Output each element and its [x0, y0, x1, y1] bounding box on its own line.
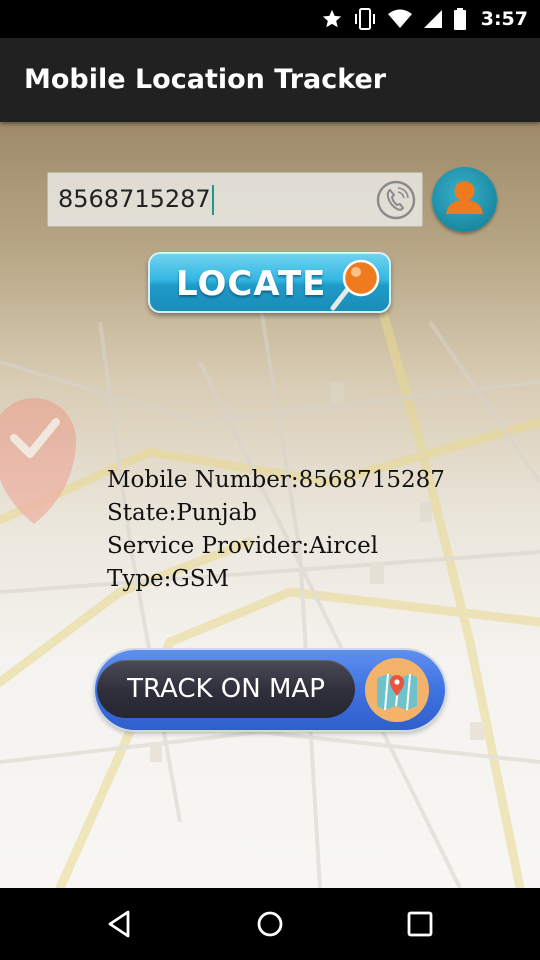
toolbar-title: Mobile Location Tracker	[24, 64, 387, 95]
text-caret	[211, 185, 214, 215]
type-line: Type:GSM	[107, 566, 230, 592]
navigation-bar	[0, 888, 540, 960]
contact-picker-button[interactable]	[432, 167, 497, 232]
main-content: 8568715287 LOCATE Mobile Number:85687152…	[0, 122, 540, 888]
recents-icon[interactable]	[402, 906, 438, 942]
phone-number-input[interactable]: 8568715287	[47, 172, 423, 227]
result-details: Mobile Number:8568715287 State:Punjab Se…	[107, 464, 445, 596]
service-provider-line: Service Provider:Aircel	[107, 533, 379, 559]
decorative-location-marker	[0, 398, 76, 524]
phone-call-icon[interactable]	[376, 180, 416, 220]
track-on-map-pill: TRACK ON MAP	[97, 660, 355, 718]
mobile-number-line: Mobile Number:8568715287	[107, 467, 445, 493]
vibrate-icon	[354, 8, 375, 30]
locate-button-label: LOCATE	[176, 264, 327, 304]
app-screen: 3:57 Mobile Location Tracker 8568715287 …	[0, 0, 540, 960]
contact-person-icon	[446, 181, 483, 214]
phone-number-value: 8568715287	[58, 173, 214, 226]
map-pin-icon	[330, 259, 380, 311]
star-icon	[322, 9, 341, 28]
folded-map-icon	[365, 658, 429, 722]
wifi-icon	[387, 9, 412, 28]
track-on-map-label: TRACK ON MAP	[127, 674, 325, 704]
back-icon[interactable]	[101, 906, 137, 942]
status-time: 3:57	[480, 8, 528, 30]
app-toolbar: Mobile Location Tracker	[0, 38, 540, 122]
locate-button[interactable]: LOCATE	[148, 252, 391, 313]
signal-icon	[423, 10, 442, 28]
battery-icon	[453, 8, 466, 30]
status-icons: 3:57	[321, 0, 528, 38]
state-line: State:Punjab	[107, 500, 257, 526]
phone-number-text: 8568715287	[58, 185, 211, 213]
track-on-map-button[interactable]: TRACK ON MAP	[95, 650, 445, 730]
home-icon[interactable]	[252, 906, 288, 942]
status-bar: 3:57	[0, 0, 540, 38]
